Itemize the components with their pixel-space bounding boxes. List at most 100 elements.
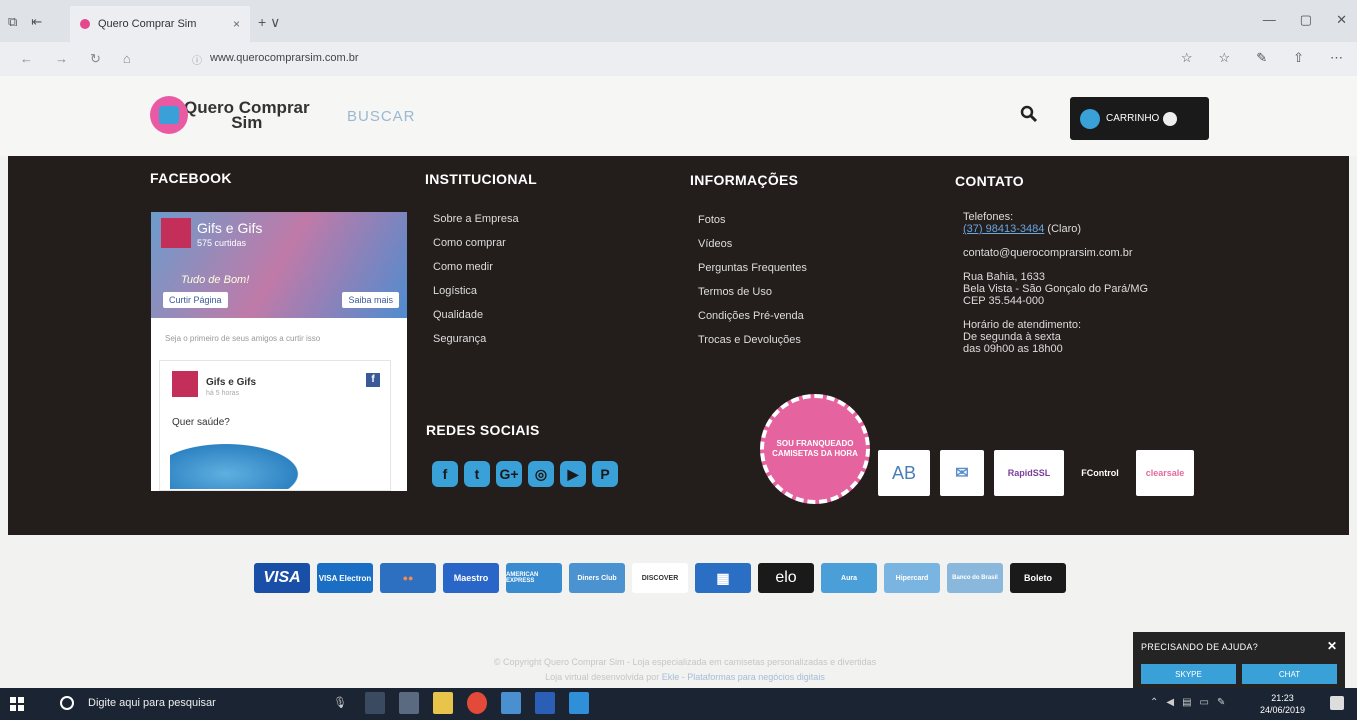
- address-line-3: CEP 35.544-000: [963, 295, 1045, 307]
- favicon-icon: [80, 19, 90, 29]
- link-condicoes[interactable]: Condições Pré-venda: [698, 309, 807, 323]
- cortana-icon[interactable]: [60, 696, 74, 710]
- phone-link[interactable]: (37) 98413-3484: [963, 223, 1044, 235]
- informacoes-heading: INFORMAÇÕES: [690, 172, 799, 188]
- twitter-icon[interactable]: t: [464, 461, 490, 487]
- youtube-icon[interactable]: ▶: [560, 461, 586, 487]
- franchise-seal[interactable]: SOU FRANQUEADO CAMISETAS DA HORA: [760, 394, 870, 504]
- post-avatar[interactable]: [172, 371, 198, 397]
- edge-icon[interactable]: [569, 692, 589, 714]
- link-trocas[interactable]: Trocas e Devoluções: [698, 333, 807, 347]
- link-termos[interactable]: Termos de Uso: [698, 285, 807, 299]
- link-videos[interactable]: Vídeos: [698, 237, 807, 251]
- fb-post-image[interactable]: [170, 439, 310, 489]
- contato-heading: CONTATO: [955, 173, 1024, 189]
- instagram-icon[interactable]: ◎: [528, 461, 554, 487]
- bb-logo: Banco do Brasil: [947, 563, 1003, 593]
- tab-preview-icon[interactable]: ⧉: [8, 14, 17, 30]
- fcontrol-badge[interactable]: FControl: [1074, 450, 1126, 496]
- mail-badge[interactable]: ✉: [940, 450, 984, 496]
- site-header: Quero Comprar Sim BUSCAR CARRINHO: [0, 76, 1357, 156]
- rapidssl-badge[interactable]: RapidSSL: [994, 450, 1064, 496]
- address-line-1: Rua Bahia, 1633: [963, 271, 1045, 283]
- photos-app-icon[interactable]: [399, 692, 419, 714]
- link-sobre[interactable]: Sobre a Empresa: [433, 212, 519, 226]
- fb-more-button[interactable]: Saiba mais: [342, 292, 399, 308]
- help-close-icon[interactable]: ✕: [1327, 639, 1337, 653]
- browser-tools: ☆ ☆ ✎ ⇧ ⋯: [1181, 50, 1343, 66]
- facebook-cover: Gifs e Gifs 575 curtidas Tudo de Bom! Cu…: [151, 212, 407, 318]
- link-logistica[interactable]: Logística: [433, 284, 519, 298]
- pen-icon[interactable]: ✎: [1256, 50, 1267, 66]
- facebook-icon[interactable]: f: [432, 461, 458, 487]
- link-seguranca[interactable]: Segurança: [433, 332, 519, 346]
- facebook-icon[interactable]: f: [366, 373, 380, 387]
- search-input[interactable]: BUSCAR: [347, 108, 416, 125]
- link-fotos[interactable]: Fotos: [698, 213, 807, 227]
- help-widget: PRECISANDO DE AJUDA? ✕ SKYPE CHAT: [1133, 632, 1345, 690]
- chevron-up-icon[interactable]: ⌃: [1150, 697, 1158, 708]
- new-tab-button[interactable]: + ∨: [258, 14, 280, 31]
- ekle-link[interactable]: Ekle - Plataformas para negócios digitai…: [662, 672, 825, 682]
- link-qualidade[interactable]: Qualidade: [433, 308, 519, 322]
- visa-electron-logo: VISA Electron: [317, 563, 373, 593]
- taskbar-clock[interactable]: 21:23 24/06/2019: [1260, 692, 1305, 716]
- nav-buttons: ← → ↻ ⌂: [20, 51, 131, 67]
- taskbar-apps: [365, 692, 589, 714]
- link-como-medir[interactable]: Como medir: [433, 260, 519, 274]
- battery-icon[interactable]: ▭: [1200, 697, 1209, 708]
- page-avatar[interactable]: [161, 218, 191, 248]
- app-icon[interactable]: [501, 692, 521, 714]
- site-logo[interactable]: Quero Comprar Sim: [150, 96, 310, 134]
- search-icon[interactable]: [1020, 105, 1038, 123]
- task-view-icon[interactable]: [365, 692, 385, 714]
- pen-tray-icon[interactable]: ✎: [1217, 697, 1225, 708]
- forward-icon[interactable]: →: [55, 51, 68, 67]
- email-text[interactable]: contato@querocomprarsim.com.br: [963, 247, 1148, 259]
- clearsale-badge[interactable]: clearsale: [1136, 450, 1194, 496]
- fb-like-button[interactable]: Curtir Página: [163, 292, 228, 308]
- tab-close-icon[interactable]: ×: [233, 17, 240, 31]
- minimize-button[interactable]: —: [1263, 12, 1276, 28]
- file-explorer-icon[interactable]: [433, 692, 453, 714]
- link-como-comprar[interactable]: Como comprar: [433, 236, 519, 250]
- fb-page-name[interactable]: Gifs e Gifs: [197, 220, 262, 236]
- browser-tab[interactable]: Quero Comprar Sim ×: [70, 6, 250, 42]
- back-icon[interactable]: ←: [20, 51, 33, 67]
- home-icon[interactable]: ⌂: [123, 51, 131, 67]
- chat-button[interactable]: CHAT: [1242, 664, 1337, 684]
- skype-button[interactable]: SKYPE: [1141, 664, 1236, 684]
- maximize-button[interactable]: ▢: [1300, 12, 1312, 28]
- favorites-icon[interactable]: ☆: [1219, 50, 1231, 66]
- security-badges: AB ✉ RapidSSL FControl clearsale: [878, 450, 1194, 496]
- windows-start-icon[interactable]: [10, 697, 24, 711]
- close-window-button[interactable]: ✕: [1336, 12, 1347, 28]
- microphone-icon[interactable]: 🎙: [333, 696, 347, 709]
- share-icon[interactable]: ⇧: [1293, 50, 1304, 66]
- fb-post-name[interactable]: Gifs e Gifs: [206, 377, 256, 388]
- favorite-star-icon[interactable]: ☆: [1181, 50, 1193, 66]
- refresh-icon[interactable]: ↻: [90, 51, 101, 67]
- volume-icon[interactable]: ◀: [1166, 697, 1174, 708]
- discover-logo: DISCOVER: [632, 563, 688, 593]
- chrome-icon[interactable]: [467, 692, 487, 714]
- google-plus-icon[interactable]: G+: [496, 461, 522, 487]
- notifications-icon[interactable]: [1330, 696, 1344, 710]
- taskbar-search[interactable]: Digite aqui para pesquisar: [88, 697, 216, 709]
- phone-suffix: (Claro): [1044, 223, 1082, 235]
- cart-count-badge: [1163, 111, 1178, 126]
- fb-post: Gifs e Gifs há 5 horas f Quer saúde?: [159, 360, 391, 491]
- word-icon[interactable]: [535, 692, 555, 714]
- hours-line-2: das 09h00 as 18h00: [963, 343, 1063, 355]
- link-perguntas[interactable]: Perguntas Frequentes: [698, 261, 807, 275]
- pinterest-icon[interactable]: P: [592, 461, 618, 487]
- network-icon[interactable]: ▤: [1182, 697, 1191, 708]
- cart-button[interactable]: CARRINHO: [1070, 97, 1209, 140]
- ab-badge[interactable]: AB: [878, 450, 930, 496]
- tab-title: Quero Comprar Sim: [98, 18, 197, 30]
- site-info-icon[interactable]: ⓘ: [192, 52, 202, 67]
- set-aside-tabs-icon[interactable]: ⇤: [31, 14, 42, 30]
- copyright: © Copyright Quero Comprar Sim - Loja esp…: [380, 655, 990, 685]
- more-icon[interactable]: ⋯: [1330, 50, 1343, 66]
- url-field[interactable]: www.querocomprarsim.com.br: [210, 52, 359, 64]
